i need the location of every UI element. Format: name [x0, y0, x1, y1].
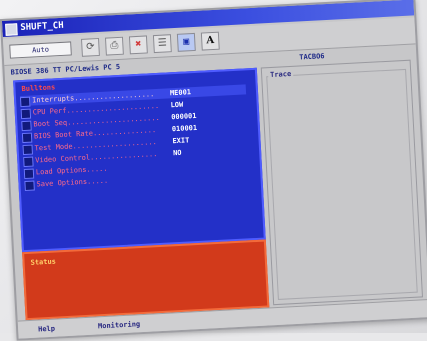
refresh-icon[interactable]: ⟳ [81, 37, 100, 57]
font-icon[interactable]: A [200, 31, 220, 51]
stop-icon[interactable]: ✖ [128, 35, 148, 55]
menu-item-value: 010001 [171, 123, 198, 134]
menu-item-value: 000001 [171, 111, 197, 122]
bullet-icon [23, 156, 34, 168]
printer-icon[interactable]: ⎙ [104, 36, 124, 56]
menu-item-value: EXIT [172, 136, 190, 146]
options-menu-panel: Bulltons Interrupts................... M… [13, 67, 266, 253]
bullet-icon [22, 144, 33, 156]
monitor-screen: SHUFT_CH Auto ⟳ ⎙ ✖ ☰ ▣ A BIOSE 386 TT P… [0, 0, 427, 341]
menu-item-value: LOW [170, 100, 184, 110]
window-title: SHUFT_CH [20, 20, 64, 34]
bullet-icon [20, 108, 32, 120]
bullet-icon [21, 132, 33, 144]
panel-title: Bulltons [21, 83, 56, 94]
monitoring-tab[interactable]: Monitoring [98, 319, 141, 331]
status-title: Status [30, 257, 57, 267]
list-icon[interactable]: ☰ [152, 34, 172, 54]
menu-item-value: NO [172, 148, 182, 158]
trace-panel: Trace [260, 59, 424, 306]
trace-area[interactable] [266, 68, 418, 300]
bullet-icon [23, 168, 35, 180]
menu-item-value: ME001 [169, 88, 192, 98]
bullet-icon [24, 180, 35, 192]
app-icon [5, 23, 18, 36]
status-panel: Status [22, 239, 270, 321]
right-header: TACBO6 [299, 52, 325, 62]
window-icon[interactable]: ▣ [176, 32, 196, 52]
bullet-icon [21, 120, 32, 132]
bullet-icon [19, 96, 31, 108]
menu-item-label: Save Options..... [36, 176, 109, 189]
trace-label: Trace [267, 68, 294, 81]
mode-select[interactable]: Auto [9, 41, 72, 59]
